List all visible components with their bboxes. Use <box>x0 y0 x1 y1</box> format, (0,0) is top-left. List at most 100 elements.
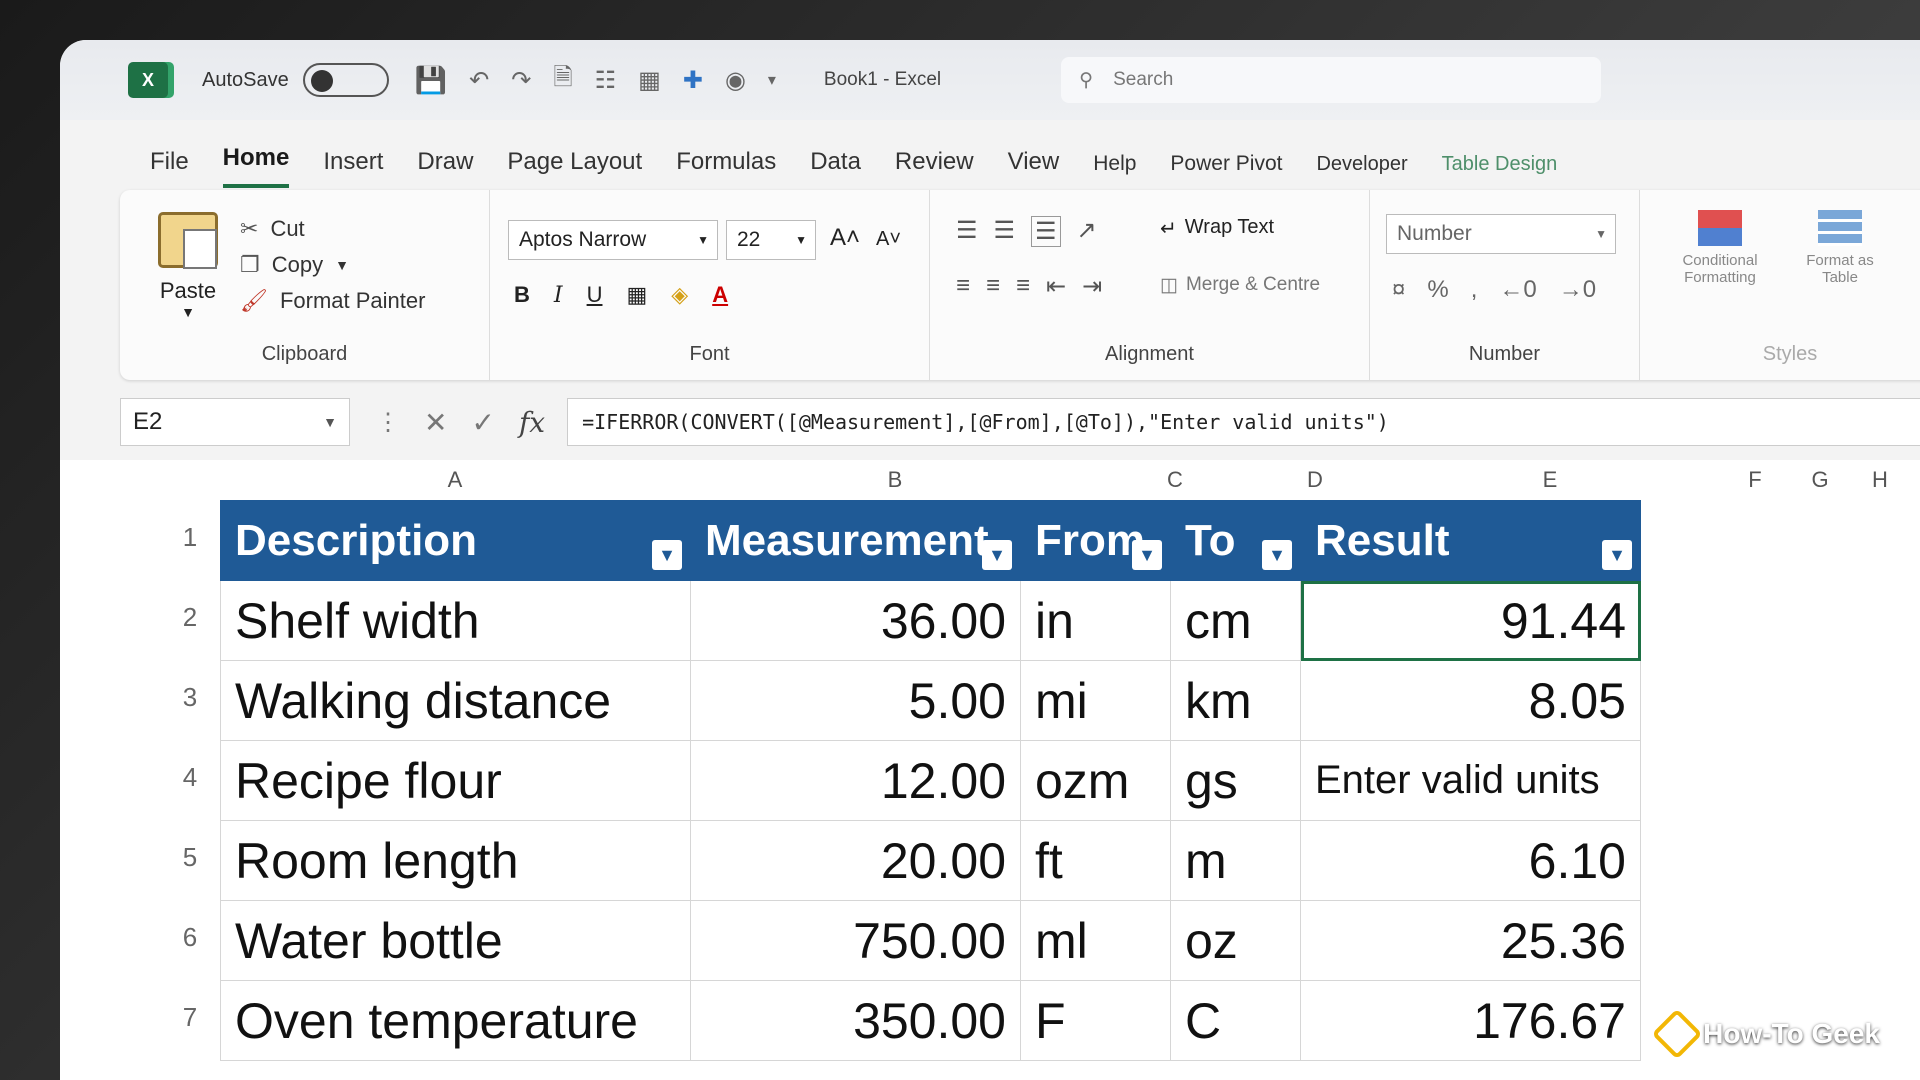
header-description[interactable]: Description ▼ <box>220 500 691 581</box>
cell-result[interactable]: 25.36 <box>1300 900 1641 981</box>
filter-dropdown-icon[interactable]: ▼ <box>1602 540 1632 570</box>
currency-icon[interactable]: ¤ <box>1392 276 1405 304</box>
more-options-icon[interactable]: ⋮ <box>376 408 400 437</box>
filter-dropdown-icon[interactable]: ▼ <box>1262 540 1292 570</box>
insert-function-icon[interactable]: fx <box>519 406 545 439</box>
cell-description[interactable]: Shelf width <box>220 580 691 661</box>
font-color-icon[interactable]: A <box>712 282 728 308</box>
chevron-down-icon[interactable]: ▼ <box>148 304 228 320</box>
column-header-a[interactable]: A <box>220 460 690 500</box>
cut-button[interactable]: ✂ Cut <box>240 216 305 242</box>
align-middle-icon[interactable]: ☰ <box>994 216 1016 247</box>
column-header-f[interactable]: F <box>1720 460 1790 500</box>
header-to[interactable]: To ▼ <box>1170 500 1301 581</box>
borders-icon[interactable]: ▦ <box>626 282 647 308</box>
autosave-toggle[interactable] <box>302 63 389 97</box>
header-from[interactable]: From ▼ <box>1020 500 1171 581</box>
paste-button[interactable]: Paste ▼ <box>148 212 228 320</box>
cell-measurement[interactable]: 36.00 <box>690 580 1021 661</box>
hierarchy-icon[interactable]: ☷ <box>595 66 617 95</box>
cell-to[interactable]: oz <box>1170 900 1301 981</box>
column-header-c[interactable]: C <box>1100 460 1250 500</box>
undo-icon[interactable]: ↶ <box>469 66 489 95</box>
italic-icon[interactable]: I <box>554 283 563 308</box>
tab-review[interactable]: Review <box>895 148 974 188</box>
add-in-icon[interactable]: ✚ <box>683 66 703 95</box>
column-header-d[interactable]: D <box>1250 460 1380 500</box>
cell-description[interactable]: Room length <box>220 820 691 901</box>
fill-color-icon[interactable]: ◈ <box>671 282 688 308</box>
formula-input[interactable]: =IFERROR(CONVERT([@Measurement],[@From],… <box>567 398 1920 446</box>
customize-qat-icon[interactable]: ▾ <box>768 70 776 90</box>
enter-icon[interactable]: ✓ <box>471 406 494 439</box>
camera-icon[interactable]: ◉ <box>725 66 746 95</box>
bold-icon[interactable]: B <box>514 282 530 308</box>
increase-indent-icon[interactable]: ⇥ <box>1082 272 1102 301</box>
tab-view[interactable]: View <box>1008 148 1060 188</box>
tab-power-pivot[interactable]: Power Pivot <box>1170 152 1282 188</box>
row-header-6[interactable]: 6 <box>160 922 220 953</box>
row-header-2[interactable]: 2 <box>160 602 220 633</box>
cell-from[interactable]: in <box>1020 580 1171 661</box>
save-icon[interactable]: 💾 <box>415 65 447 96</box>
decrease-decimal-icon[interactable]: →0 <box>1559 276 1596 304</box>
conditional-formatting-button[interactable]: Conditional Formatting <box>1660 210 1780 286</box>
align-center-icon[interactable]: ≡ <box>986 272 1000 301</box>
cell-description[interactable]: Walking distance <box>220 660 691 741</box>
cell-result[interactable]: 91.44 <box>1300 580 1641 661</box>
comma-icon[interactable]: , <box>1471 276 1478 304</box>
column-header-h[interactable]: H <box>1850 460 1910 500</box>
row-header-7[interactable]: 7 <box>160 1002 220 1033</box>
row-header-1[interactable]: 1 <box>160 522 220 553</box>
cell-from[interactable]: mi <box>1020 660 1171 741</box>
tab-file[interactable]: File <box>150 148 189 188</box>
percent-icon[interactable]: % <box>1427 276 1448 304</box>
cell-measurement[interactable]: 5.00 <box>690 660 1021 741</box>
cell-result[interactable]: Enter valid units <box>1300 740 1641 821</box>
cell-to[interactable]: m <box>1170 820 1301 901</box>
align-bottom-icon[interactable]: ☰ <box>1031 216 1061 247</box>
cell-from[interactable]: ml <box>1020 900 1171 981</box>
column-header-e[interactable]: E <box>1380 460 1720 500</box>
align-left-icon[interactable]: ≡ <box>956 272 970 301</box>
row-header-4[interactable]: 4 <box>160 762 220 793</box>
cell-to[interactable]: cm <box>1170 580 1301 661</box>
tab-page-layout[interactable]: Page Layout <box>507 148 642 188</box>
cell-measurement[interactable]: 350.00 <box>690 980 1021 1061</box>
tab-formulas[interactable]: Formulas <box>676 148 776 188</box>
cell-measurement[interactable]: 20.00 <box>690 820 1021 901</box>
align-top-icon[interactable]: ☰ <box>956 216 978 247</box>
header-result[interactable]: Result ▼ <box>1300 500 1641 581</box>
cell-measurement[interactable]: 12.00 <box>690 740 1021 821</box>
cell-description[interactable]: Oven temperature <box>220 980 691 1061</box>
row-header-3[interactable]: 3 <box>160 682 220 713</box>
orientation-icon[interactable]: ↗ <box>1077 216 1097 247</box>
cell-to[interactable]: C <box>1170 980 1301 1061</box>
tab-table-design[interactable]: Table Design <box>1442 153 1558 188</box>
tab-home[interactable]: Home <box>222 144 290 188</box>
cell-result[interactable]: 176.67 <box>1300 980 1641 1061</box>
tab-help[interactable]: Help <box>1093 152 1136 188</box>
underline-icon[interactable]: U <box>587 282 603 308</box>
increase-font-icon[interactable]: A˄ <box>830 224 860 252</box>
tab-developer[interactable]: Developer <box>1316 153 1407 188</box>
name-box[interactable]: E2 ▼ <box>120 398 350 446</box>
tab-draw[interactable]: Draw <box>417 148 473 188</box>
decrease-indent-icon[interactable]: ⇤ <box>1046 272 1066 301</box>
cell-measurement[interactable]: 750.00 <box>690 900 1021 981</box>
number-format-select[interactable]: Number ▼ <box>1386 214 1616 254</box>
cell-result[interactable]: 6.10 <box>1300 820 1641 901</box>
cell-description[interactable]: Water bottle <box>220 900 691 981</box>
font-size-select[interactable]: 22 ▼ <box>726 220 816 260</box>
cell-description[interactable]: Recipe flour <box>220 740 691 821</box>
cancel-icon[interactable]: ✕ <box>424 406 447 439</box>
tab-data[interactable]: Data <box>810 148 861 188</box>
filter-dropdown-icon[interactable]: ▼ <box>1132 540 1162 570</box>
wrap-text-button[interactable]: ↵ Wrap Text <box>1160 216 1274 241</box>
cell-from[interactable]: ozm <box>1020 740 1171 821</box>
filter-dropdown-icon[interactable]: ▼ <box>652 540 682 570</box>
search-box[interactable]: ⚲ Search <box>1061 57 1602 103</box>
chevron-down-icon[interactable]: ▼ <box>335 257 349 273</box>
filter-dropdown-icon[interactable]: ▼ <box>982 540 1012 570</box>
copy-button[interactable]: ❐ Copy ▼ <box>240 252 349 278</box>
